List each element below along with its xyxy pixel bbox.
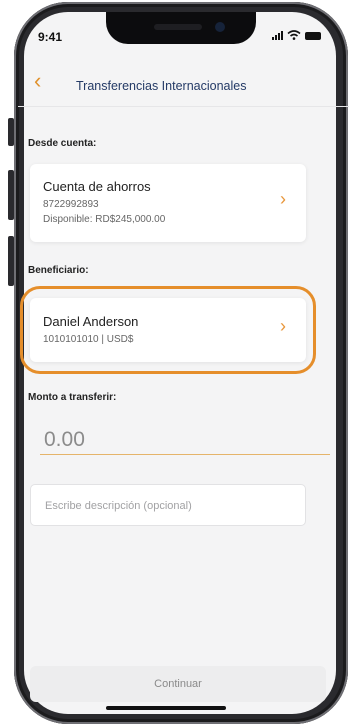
account-number: 8722992893 bbox=[43, 199, 99, 210]
from-account-card[interactable]: Cuenta de ahorros 8722992893 Disponible:… bbox=[30, 164, 306, 242]
signal-icon bbox=[272, 30, 283, 40]
continue-button[interactable]: Continuar bbox=[30, 666, 326, 702]
nav-divider bbox=[18, 106, 349, 107]
description-input[interactable] bbox=[43, 499, 287, 513]
amount-input[interactable]: 0.00 bbox=[44, 428, 85, 452]
volume-up-button bbox=[8, 170, 14, 220]
beneficiary-highlight bbox=[20, 286, 316, 374]
chevron-right-icon: › bbox=[280, 189, 286, 209]
available-balance: Disponible: RD$245,000.00 bbox=[43, 214, 166, 225]
home-indicator bbox=[106, 706, 226, 710]
beneficiary-label: Beneficiario: bbox=[28, 265, 89, 276]
page-title: Transferencias Internacionales bbox=[76, 79, 247, 93]
amount-underline bbox=[40, 454, 330, 455]
volume-down-button bbox=[8, 236, 14, 286]
navigation-bar: ‹ Transferencias Internacionales bbox=[0, 64, 312, 100]
chevron-left-icon[interactable]: ‹ bbox=[34, 70, 41, 92]
amount-label: Monto a transferir: bbox=[28, 392, 117, 403]
camera-icon bbox=[215, 22, 225, 32]
account-name: Cuenta de ahorros bbox=[43, 179, 151, 194]
wifi-icon bbox=[287, 30, 301, 40]
dynamic-island bbox=[106, 12, 256, 44]
description-field[interactable] bbox=[30, 484, 306, 526]
status-icons bbox=[272, 30, 321, 40]
battery-icon bbox=[305, 32, 321, 40]
status-time: 9:41 bbox=[38, 30, 63, 44]
speaker-slot bbox=[154, 24, 202, 30]
from-account-label: Desde cuenta: bbox=[28, 138, 97, 149]
mute-switch bbox=[8, 118, 14, 146]
